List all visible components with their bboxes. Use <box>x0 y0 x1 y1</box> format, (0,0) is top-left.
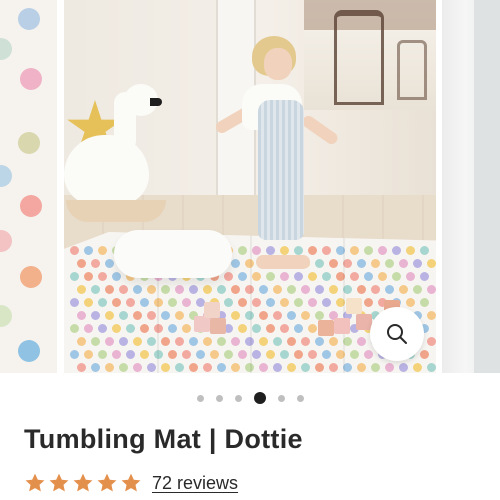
zoom-button[interactable] <box>370 307 424 361</box>
star-icon <box>73 473 93 492</box>
child-face <box>264 48 292 80</box>
swan-beak <box>150 98 162 106</box>
toy-block <box>318 320 334 336</box>
toy-block <box>334 318 350 334</box>
star-rating <box>24 472 144 494</box>
magnifier-icon <box>387 324 407 344</box>
swan-rocker <box>64 135 149 205</box>
carousel-pagination <box>0 390 500 406</box>
carousel-slide-next[interactable] <box>442 0 500 373</box>
rocker-base <box>66 200 166 222</box>
child-feet <box>256 255 310 269</box>
star-icon <box>97 473 117 492</box>
carousel-slide-previous[interactable] <box>0 0 57 373</box>
pagination-dot[interactable] <box>196 394 204 402</box>
reviews-link[interactable]: 72 reviews <box>152 473 238 494</box>
toy-block <box>346 298 362 314</box>
star-icon <box>49 473 69 492</box>
child-overalls <box>258 100 304 240</box>
toy-block <box>204 302 220 318</box>
product-image-carousel[interactable] <box>0 0 500 373</box>
pagination-dot[interactable] <box>215 394 223 402</box>
pagination-dot-active[interactable] <box>253 392 266 404</box>
background-chair <box>334 10 384 105</box>
rating-row[interactable]: 72 reviews <box>24 472 238 494</box>
background-stool <box>397 40 427 100</box>
pagination-dot[interactable] <box>296 394 304 402</box>
floor-pillow <box>114 230 232 278</box>
star-icon <box>121 473 141 492</box>
toy-block <box>210 318 226 334</box>
product-title: Tumbling Mat | Dottie <box>24 424 303 454</box>
next-slide-frame <box>474 0 500 373</box>
star-icon <box>25 473 45 492</box>
toy-block <box>194 316 210 332</box>
pagination-dot[interactable] <box>234 394 242 402</box>
pagination-dot[interactable] <box>277 394 285 402</box>
